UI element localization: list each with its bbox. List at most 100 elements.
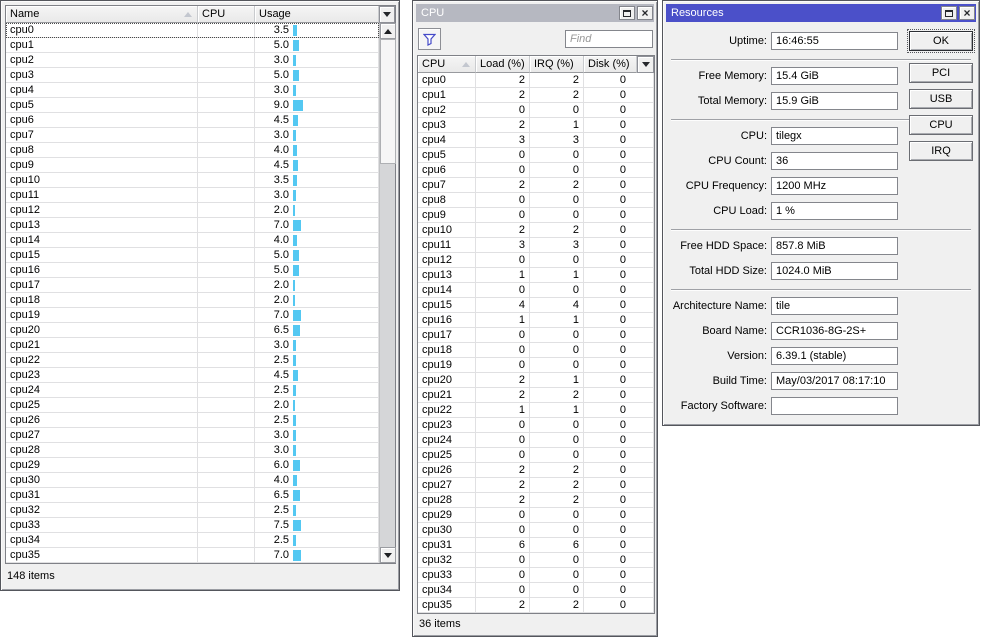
table-row[interactable]: cpu6 4.5 — [6, 113, 379, 128]
field-total-memory[interactable]: 15.9 GiB — [771, 92, 898, 110]
table-row[interactable]: cpu26 2 2 0 — [418, 463, 654, 478]
table-row[interactable]: cpu18 0 0 0 — [418, 343, 654, 358]
column-select-button[interactable] — [379, 6, 395, 23]
table-row[interactable]: cpu27 2 2 0 — [418, 478, 654, 493]
table-row[interactable]: cpu25 0 0 0 — [418, 448, 654, 463]
table-row[interactable]: cpu4 3.0 — [6, 83, 379, 98]
filter-button[interactable] — [418, 28, 441, 50]
table-row[interactable]: cpu27 3.0 — [6, 428, 379, 443]
field-cpu-load[interactable]: 1 % — [771, 202, 898, 220]
table-row[interactable]: cpu9 4.5 — [6, 158, 379, 173]
table-row[interactable]: cpu20 6.5 — [6, 323, 379, 338]
table-row[interactable]: cpu12 2.0 — [6, 203, 379, 218]
table-row[interactable]: cpu15 4 4 0 — [418, 298, 654, 313]
table-row[interactable]: cpu14 4.0 — [6, 233, 379, 248]
title-bar[interactable]: CPU × — [416, 4, 654, 22]
column-header-usage[interactable]: Usage — [255, 6, 379, 23]
table-row[interactable]: cpu20 2 1 0 — [418, 373, 654, 388]
maximize-button[interactable] — [941, 6, 957, 20]
close-button[interactable]: × — [637, 6, 653, 20]
field-build-time[interactable]: May/03/2017 08:17:10 — [771, 372, 898, 390]
table-row[interactable]: cpu21 3.0 — [6, 338, 379, 353]
field-uptime[interactable]: 16:46:55 — [771, 32, 898, 50]
table-row[interactable]: cpu11 3.0 — [6, 188, 379, 203]
table-row[interactable]: cpu31 6.5 — [6, 488, 379, 503]
scroll-up-button[interactable] — [380, 23, 396, 39]
table-row[interactable]: cpu24 2.5 — [6, 383, 379, 398]
table-row[interactable]: cpu17 2.0 — [6, 278, 379, 293]
table-row[interactable]: cpu3 5.0 — [6, 68, 379, 83]
table-row[interactable]: cpu13 7.0 — [6, 218, 379, 233]
table-row[interactable]: cpu6 0 0 0 — [418, 163, 654, 178]
table-row[interactable]: cpu19 0 0 0 — [418, 358, 654, 373]
table-row[interactable]: cpu19 7.0 — [6, 308, 379, 323]
table-row[interactable]: cpu5 9.0 — [6, 98, 379, 113]
irq-button[interactable]: IRQ — [909, 141, 973, 161]
table-row[interactable]: cpu1 2 2 0 — [418, 88, 654, 103]
ok-button[interactable]: OK — [907, 29, 975, 53]
table-row[interactable]: cpu33 0 0 0 — [418, 568, 654, 583]
table-row[interactable]: cpu11 3 3 0 — [418, 238, 654, 253]
table-row[interactable]: cpu16 5.0 — [6, 263, 379, 278]
table-row[interactable]: cpu14 0 0 0 — [418, 283, 654, 298]
column-select-button[interactable] — [637, 56, 654, 73]
table-row[interactable]: cpu32 2.5 — [6, 503, 379, 518]
column-header-cpu[interactable]: CPU — [198, 6, 255, 23]
maximize-button[interactable] — [619, 6, 635, 20]
table-row[interactable]: cpu3 2 1 0 — [418, 118, 654, 133]
table-row[interactable]: cpu30 4.0 — [6, 473, 379, 488]
table-row[interactable]: cpu15 5.0 — [6, 248, 379, 263]
table-row[interactable]: cpu7 3.0 — [6, 128, 379, 143]
table-row[interactable]: cpu30 0 0 0 — [418, 523, 654, 538]
table-row[interactable]: cpu23 0 0 0 — [418, 418, 654, 433]
table-row[interactable]: cpu17 0 0 0 — [418, 328, 654, 343]
table-row[interactable]: cpu18 2.0 — [6, 293, 379, 308]
field-version[interactable]: 6.39.1 (stable) — [771, 347, 898, 365]
table-row[interactable]: cpu26 2.5 — [6, 413, 379, 428]
field-factory-software[interactable] — [771, 397, 898, 415]
pci-button[interactable]: PCI — [909, 63, 973, 83]
field-cpu-frequency[interactable]: 1200 MHz — [771, 177, 898, 195]
table-row[interactable]: cpu22 2.5 — [6, 353, 379, 368]
table-row[interactable]: cpu16 1 1 0 — [418, 313, 654, 328]
column-header-cpu[interactable]: CPU — [418, 56, 476, 73]
table-row[interactable]: cpu35 2 2 0 — [418, 598, 654, 613]
table-row[interactable]: cpu29 6.0 — [6, 458, 379, 473]
table-row[interactable]: cpu28 3.0 — [6, 443, 379, 458]
table-row[interactable]: cpu29 0 0 0 — [418, 508, 654, 523]
column-header-name[interactable]: Name — [6, 6, 198, 23]
table-row[interactable]: cpu4 3 3 0 — [418, 133, 654, 148]
table-row[interactable]: cpu34 2.5 — [6, 533, 379, 548]
find-input[interactable] — [565, 30, 653, 48]
table-row[interactable]: cpu35 7.0 — [6, 548, 379, 563]
field-free-hdd-space[interactable]: 857.8 MiB — [771, 237, 898, 255]
scroll-down-button[interactable] — [380, 547, 396, 563]
table-row[interactable]: cpu7 2 2 0 — [418, 178, 654, 193]
table-row[interactable]: cpu12 0 0 0 — [418, 253, 654, 268]
column-header-load[interactable]: Load (%) — [476, 56, 530, 73]
table-row[interactable]: cpu23 4.5 — [6, 368, 379, 383]
table-row[interactable]: cpu10 2 2 0 — [418, 223, 654, 238]
table-row[interactable]: cpu33 7.5 — [6, 518, 379, 533]
usb-button[interactable]: USB — [909, 89, 973, 109]
table-row[interactable]: cpu21 2 2 0 — [418, 388, 654, 403]
table-row[interactable]: cpu9 0 0 0 — [418, 208, 654, 223]
field-architecture-name[interactable]: tile — [771, 297, 898, 315]
table-row[interactable]: cpu31 6 6 0 — [418, 538, 654, 553]
table-row[interactable]: cpu2 3.0 — [6, 53, 379, 68]
table-row[interactable]: cpu13 1 1 0 — [418, 268, 654, 283]
table-row[interactable]: cpu32 0 0 0 — [418, 553, 654, 568]
table-row[interactable]: cpu24 0 0 0 — [418, 433, 654, 448]
table-row[interactable]: cpu0 3.5 — [6, 23, 379, 38]
table-row[interactable]: cpu0 2 2 0 — [418, 73, 654, 88]
title-bar[interactable]: Resources × — [666, 4, 976, 22]
field-cpu-count[interactable]: 36 — [771, 152, 898, 170]
column-header-irq[interactable]: IRQ (%) — [530, 56, 584, 73]
scrollbar-thumb[interactable] — [380, 39, 396, 164]
table-row[interactable]: cpu2 0 0 0 — [418, 103, 654, 118]
field-free-memory[interactable]: 15.4 GiB — [771, 67, 898, 85]
cpu-button[interactable]: CPU — [909, 115, 973, 135]
table-row[interactable]: cpu34 0 0 0 — [418, 583, 654, 598]
table-row[interactable]: cpu10 3.5 — [6, 173, 379, 188]
field-total-hdd-size[interactable]: 1024.0 MiB — [771, 262, 898, 280]
